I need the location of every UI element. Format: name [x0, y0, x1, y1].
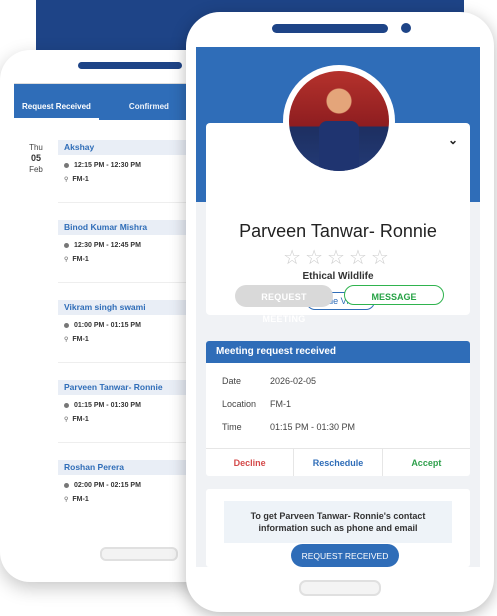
divider: [58, 202, 204, 203]
clock-icon: [64, 483, 69, 488]
location-pin-icon: ⚲: [64, 497, 69, 503]
meeting-request-card: Meeting request received Date 2026-02-05…: [206, 341, 470, 476]
avatar-photo: [289, 71, 389, 171]
appointment-name: Akshay: [58, 140, 204, 155]
accept-button[interactable]: Accept: [383, 449, 470, 476]
company-name: Ethical Wildlife: [302, 271, 374, 282]
meeting-time-value: 01:15 PM - 01:30 PM: [270, 422, 356, 432]
avatar-suit-shape: [319, 121, 359, 171]
meeting-date-value: 2026-02-05: [270, 376, 317, 386]
divider: [58, 282, 204, 283]
back-phone-home-button: [100, 547, 178, 561]
rating-stars[interactable]: ☆☆☆☆☆: [206, 245, 470, 270]
back-phone: Request Received Confirmed Thu 05 Feb Ak…: [0, 50, 205, 582]
appointment-name: Parveen Tanwar- Ronnie: [58, 380, 204, 395]
location-pin-icon: ⚲: [64, 337, 69, 343]
back-tabs: Request Received Confirmed: [14, 84, 204, 120]
front-phone-screen: ⌄ Parveen Tanwar- Ronnie ☆☆☆☆☆ Ethical W…: [196, 47, 480, 567]
meeting-time-row: Time 01:15 PM - 01:30 PM: [206, 415, 470, 438]
appointment-location-row: ⚲ FM-1: [58, 256, 204, 263]
date-month: Feb: [29, 165, 43, 174]
divider: [58, 442, 204, 443]
meeting-date-label: Date: [222, 376, 242, 386]
back-phone-screen: Request Received Confirmed Thu 05 Feb Ak…: [14, 83, 204, 524]
appointment-time: 12:15 PM - 12:30 PM: [74, 162, 141, 169]
appointment-name: Binod Kumar Mishra: [58, 220, 204, 235]
meeting-location-value: FM-1: [270, 399, 291, 409]
appointment-time: 12:30 PM - 12:45 PM: [74, 242, 141, 249]
appointment-time-row: 12:30 PM - 12:45 PM: [58, 242, 204, 249]
meeting-date-row: Date 2026-02-05: [206, 369, 470, 392]
appointment-location: FM-1: [72, 336, 89, 343]
contact-info-line2: information such as phone and email: [258, 523, 418, 533]
clock-icon: [64, 323, 69, 328]
appointment-location-row: ⚲ FM-1: [58, 416, 204, 423]
appointment-location-row: ⚲ FM-1: [58, 176, 204, 183]
contact-info-notice: To get Parveen Tanwar- Ronnie's contact …: [224, 501, 452, 543]
front-phone-camera: [401, 23, 411, 33]
meeting-card-title: Meeting request received: [206, 341, 470, 363]
appointment-name: Vikram singh swami: [58, 300, 204, 315]
reschedule-button[interactable]: Reschedule: [294, 449, 383, 476]
meeting-time-label: Time: [222, 422, 242, 432]
avatar: [283, 65, 395, 177]
appointment-location: FM-1: [72, 176, 89, 183]
chevron-down-icon[interactable]: ⌄: [448, 133, 458, 147]
decline-button[interactable]: Decline: [206, 449, 295, 476]
location-pin-icon: ⚲: [64, 177, 69, 183]
appointment-time: 01:00 PM - 01:15 PM: [74, 322, 141, 329]
date-day: 05: [30, 153, 41, 163]
clock-icon: [64, 403, 69, 408]
profile-name: Parveen Tanwar- Ronnie: [239, 221, 437, 241]
list-item[interactable]: Parveen Tanwar- Ronnie 01:15 PM - 01:30 …: [58, 380, 204, 442]
front-phone-home-button: [299, 580, 381, 596]
divider: [58, 362, 204, 363]
appointment-time-row: 12:15 PM - 12:30 PM: [58, 162, 204, 169]
appointment-name: Roshan Perera: [58, 460, 204, 475]
tab-confirmed[interactable]: Confirmed: [121, 102, 177, 120]
profile-actions: REQUEST MEETING MESSAGE: [196, 285, 480, 324]
clock-icon: [64, 163, 69, 168]
list-item[interactable]: Akshay 12:15 PM - 12:30 PM ⚲ FM-1: [58, 140, 204, 202]
date-marker: Thu 05 Feb: [24, 142, 48, 175]
appointment-location-row: ⚲ FM-1: [58, 336, 204, 343]
contact-info-line1: To get Parveen Tanwar- Ronnie's contact: [250, 511, 426, 521]
appointment-location: FM-1: [72, 496, 89, 503]
back-phone-speaker: [78, 62, 182, 69]
message-button[interactable]: MESSAGE: [344, 285, 444, 305]
appointment-time-row: 02:00 PM - 02:15 PM: [58, 482, 204, 489]
location-pin-icon: ⚲: [64, 257, 69, 263]
request-meeting-button[interactable]: REQUEST MEETING: [235, 285, 333, 324]
clock-icon: [64, 243, 69, 248]
meeting-location-label: Location: [222, 399, 257, 409]
appointment-time-row: 01:15 PM - 01:30 PM: [58, 402, 204, 409]
list-item[interactable]: Roshan Perera 02:00 PM - 02:15 PM ⚲ FM-1: [58, 460, 204, 522]
appointment-location: FM-1: [72, 256, 89, 263]
list-item[interactable]: Vikram singh swami 01:00 PM - 01:15 PM ⚲…: [58, 300, 204, 362]
list-item[interactable]: Binod Kumar Mishra 12:30 PM - 12:45 PM ⚲…: [58, 220, 204, 282]
meeting-location-row: Location FM-1: [206, 392, 470, 415]
appointment-time: 02:00 PM - 02:15 PM: [74, 482, 141, 489]
location-pin-icon: ⚲: [64, 417, 69, 423]
date-weekday: Thu: [29, 143, 43, 152]
appointment-time-row: 01:00 PM - 01:15 PM: [58, 322, 204, 329]
meeting-actions: Decline Reschedule Accept: [206, 448, 470, 476]
appointment-location: FM-1: [72, 416, 89, 423]
tab-request-received[interactable]: Request Received: [14, 102, 99, 120]
appointment-time: 01:15 PM - 01:30 PM: [74, 402, 141, 409]
request-received-button[interactable]: REQUEST RECEIVED: [291, 544, 399, 567]
front-phone-speaker: [272, 24, 388, 33]
front-phone: ⌄ Parveen Tanwar- Ronnie ☆☆☆☆☆ Ethical W…: [186, 12, 494, 612]
appointment-location-row: ⚲ FM-1: [58, 496, 204, 503]
